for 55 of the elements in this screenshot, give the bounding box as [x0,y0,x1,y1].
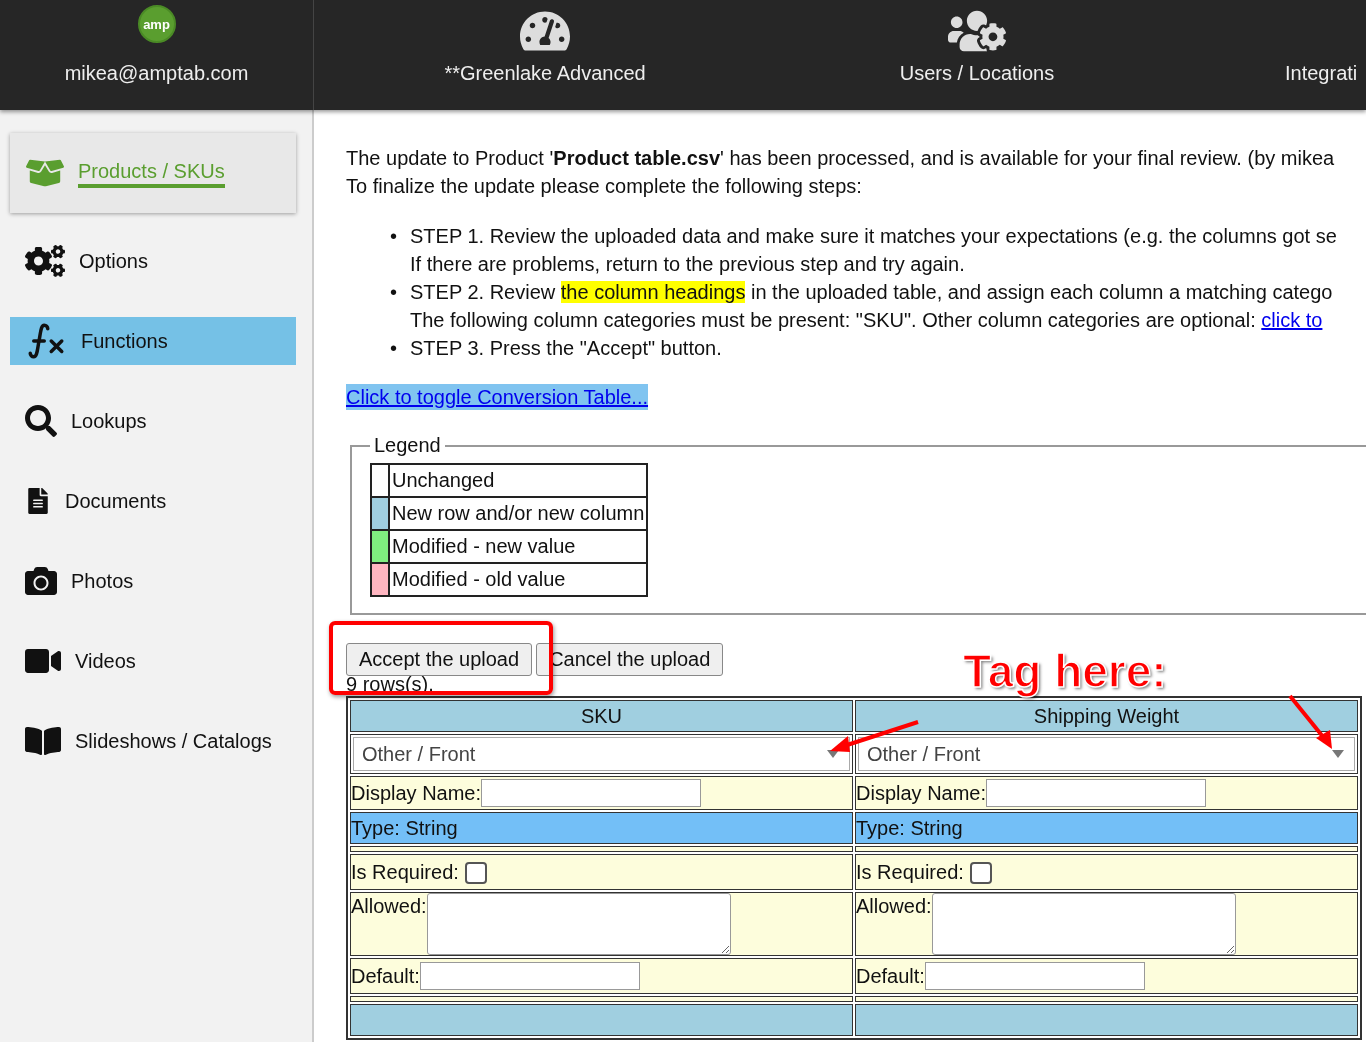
default-field[interactable] [419,962,640,990]
arrow-icon [1288,694,1334,750]
bullet: • [390,280,398,305]
column-heading: SKU [350,700,853,732]
category-dropdown[interactable]: Other / Front [353,737,850,771]
legend-label: Modified - old value [389,563,648,596]
sidebar-item[interactable]: Slideshows / Catalogs [10,717,296,765]
field-label: Is Required: [351,861,459,885]
bullet: • [390,336,398,361]
step-text: STEP 1. Review the uploaded data and make sure it matches your expectations (e.g. the columns got se If there are problems, return to the previous step and try again. [410,224,1337,277]
field-label: Display Name: [856,781,987,805]
type-label: Type: String [855,812,1358,844]
checkbox[interactable] [464,861,487,884]
default-field[interactable] [924,962,1145,990]
nav-link[interactable]: **Greenlake Advanced [444,62,646,85]
field-label: Display Name: [351,781,482,805]
nav-link[interactable]: mikea@amptab.com [64,62,249,85]
legend-title: Legend [373,434,442,457]
sidebar-item[interactable]: Lookups [10,397,296,445]
sidebar-item[interactable]: Photos [10,557,296,605]
sidebar-item[interactable]: Options [10,237,296,285]
accept-button[interactable]: Accept the upload [346,643,533,676]
checkbox[interactable] [969,861,992,884]
type-label: Type: String [350,812,853,844]
sidebar-item[interactable]: Documents [10,477,296,525]
step-text: STEP 2. Review the column headings in the uploaded table, and assign each column a matching catego The following column categories must be present: "SKU". Other column categories are optional: click to [410,280,1333,333]
intro-text: To finalize the update please complete the following steps: [346,174,863,199]
category-dropdown[interactable]: Other / Front [858,737,1355,771]
legend-label: Modified - new value [389,530,648,563]
camera-icon [25,565,57,597]
search-icon [25,405,57,437]
field-label: Default: [856,964,925,988]
nav-link[interactable]: Users / Locations [899,62,1055,85]
intro-text: The update to Product 'Product table.csv' has been processed, and is available for your final review. (by mikea [346,146,1336,171]
nav-link[interactable]: Integrati [1285,62,1358,85]
allowed-field[interactable] [931,893,1236,955]
sidebar-item[interactable]: Functions [10,317,296,365]
row-count: 9 rows(s). [346,674,435,694]
column-heading: Shipping Weight [855,700,1358,732]
display-name-field[interactable] [986,779,1207,807]
legend-label: New row and/or new column [389,497,648,530]
sidebar-item[interactable]: Videos [10,637,296,685]
bullet: • [390,224,398,249]
legend-label: Unchanged [389,464,648,497]
caret-icon [1332,750,1344,758]
field-label: Allowed: [856,895,932,918]
field-label: Is Required: [856,861,964,885]
field-label: Allowed: [351,895,427,918]
display-name-field[interactable] [481,779,702,807]
toggle-link[interactable]: Click to toggle Conversion Table... [346,384,648,410]
document-icon [25,488,51,514]
link[interactable]: click to [1261,309,1323,331]
field-label: Default: [351,964,420,988]
step-text: STEP 3. Press the "Accept" button. [410,336,722,361]
allowed-field[interactable] [426,893,731,955]
